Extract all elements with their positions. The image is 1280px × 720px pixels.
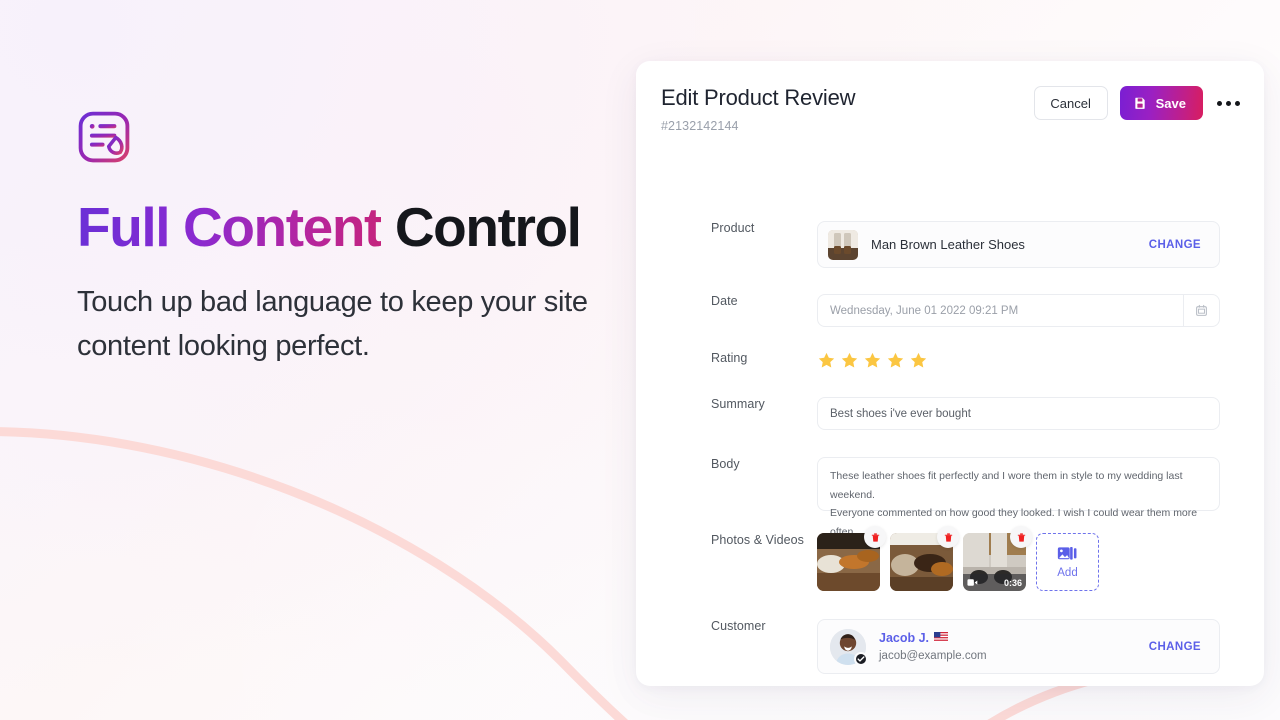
summary-label: Summary bbox=[711, 397, 765, 411]
star-icon[interactable] bbox=[817, 351, 836, 370]
delete-media-button[interactable] bbox=[864, 526, 886, 548]
customer-selector[interactable]: Jacob J. jacob@example.com CHANGE bbox=[817, 619, 1220, 674]
hero-subtitle: Touch up bad language to keep your site … bbox=[77, 286, 588, 363]
form-row-summary: Summary Best shoes i've ever bought bbox=[661, 397, 1220, 430]
form-row-product: Product Man Brown Leather Shoes CHANGE bbox=[661, 221, 1220, 268]
ellipsis-horizontal-icon bbox=[1217, 100, 1222, 106]
body-textarea[interactable]: These leather shoes fit perfectly and I … bbox=[817, 457, 1220, 538]
product-label: Product bbox=[711, 221, 755, 235]
star-icon[interactable] bbox=[909, 351, 928, 370]
date-label: Date bbox=[711, 294, 738, 308]
hero-section: Full Content Control Touch up bad langua… bbox=[77, 110, 617, 368]
trash-icon bbox=[871, 532, 879, 542]
media-label: Photos & Videos bbox=[711, 533, 804, 547]
product-name: Man Brown Leather Shoes bbox=[871, 237, 1025, 252]
add-media-button[interactable]: Add bbox=[1036, 533, 1099, 591]
media-item[interactable] bbox=[817, 526, 886, 591]
video-camera-icon bbox=[967, 579, 978, 586]
ellipsis-dot bbox=[1235, 100, 1240, 106]
form-row-media: Photos & Videos 0:36 Add bbox=[661, 526, 1220, 591]
verified-check-icon bbox=[854, 651, 868, 666]
media-strip: 0:36 Add bbox=[817, 526, 1220, 591]
save-button-label: Save bbox=[1155, 95, 1186, 111]
product-thumbnail bbox=[828, 229, 858, 260]
document-edit-icon bbox=[78, 111, 130, 163]
star-icon[interactable] bbox=[886, 351, 905, 370]
body-line-1: These leather shoes fit perfectly and I … bbox=[830, 470, 1183, 501]
form-row-date: Date Wednesday, June 01 2022 09:21 PM bbox=[661, 294, 1220, 327]
calendar-icon bbox=[1196, 304, 1207, 316]
summary-input[interactable]: Best shoes i've ever bought bbox=[817, 397, 1220, 430]
hero-title-accent: Full Content bbox=[77, 196, 382, 258]
customer-name[interactable]: Jacob J. bbox=[879, 631, 929, 645]
hero-title: Full Content Control bbox=[77, 196, 617, 258]
change-customer-link[interactable]: CHANGE bbox=[1149, 641, 1201, 653]
trash-icon bbox=[944, 532, 952, 542]
avatar-wrapper bbox=[830, 628, 868, 666]
change-product-link[interactable]: CHANGE bbox=[1149, 239, 1201, 251]
delete-media-button[interactable] bbox=[937, 526, 959, 548]
form-row-body: Body These leather shoes fit perfectly a… bbox=[661, 457, 1220, 538]
form-row-customer: Customer Jacob J. jacob@example.com CHAN… bbox=[661, 619, 1220, 674]
delete-media-button[interactable] bbox=[1010, 526, 1032, 548]
date-input[interactable]: Wednesday, June 01 2022 09:21 PM bbox=[817, 294, 1220, 327]
add-media-label: Add bbox=[1057, 566, 1078, 579]
country-flag-icon bbox=[934, 631, 949, 645]
trash-icon bbox=[1017, 532, 1025, 542]
star-icon[interactable] bbox=[863, 351, 882, 370]
customer-name-line: Jacob J. bbox=[879, 631, 1149, 645]
body-label: Body bbox=[711, 457, 740, 471]
header-actions: Cancel Save bbox=[1033, 86, 1242, 120]
customer-info: Jacob J. jacob@example.com bbox=[879, 631, 1149, 662]
star-rating[interactable] bbox=[817, 351, 1220, 370]
media-item[interactable] bbox=[890, 526, 959, 591]
star-icon[interactable] bbox=[840, 351, 859, 370]
video-info-bar: 0:36 bbox=[963, 574, 1026, 591]
cancel-button[interactable]: Cancel bbox=[1033, 86, 1108, 120]
customer-label: Customer bbox=[711, 619, 766, 633]
form-row-rating: Rating bbox=[661, 351, 1220, 370]
card-header: Edit Product Review #2132142144 Cancel S… bbox=[661, 85, 1242, 149]
customer-email: jacob@example.com bbox=[879, 650, 987, 662]
save-button[interactable]: Save bbox=[1119, 86, 1203, 120]
calendar-button[interactable] bbox=[1183, 295, 1219, 326]
rating-label: Rating bbox=[711, 351, 748, 365]
media-item-video[interactable]: 0:36 bbox=[963, 526, 1032, 591]
date-value: Wednesday, June 01 2022 09:21 PM bbox=[830, 304, 1019, 317]
more-options-button[interactable] bbox=[1215, 97, 1242, 110]
video-duration: 0:36 bbox=[1003, 577, 1022, 588]
edit-review-card: Edit Product Review #2132142144 Cancel S… bbox=[636, 61, 1264, 686]
hero-title-rest: Control bbox=[394, 196, 582, 258]
add-media-icon bbox=[1057, 546, 1076, 560]
review-id: #2132142144 bbox=[661, 119, 739, 133]
save-floppy-icon bbox=[1134, 97, 1145, 109]
ellipsis-dot bbox=[1226, 100, 1231, 106]
product-selector[interactable]: Man Brown Leather Shoes CHANGE bbox=[817, 221, 1220, 268]
